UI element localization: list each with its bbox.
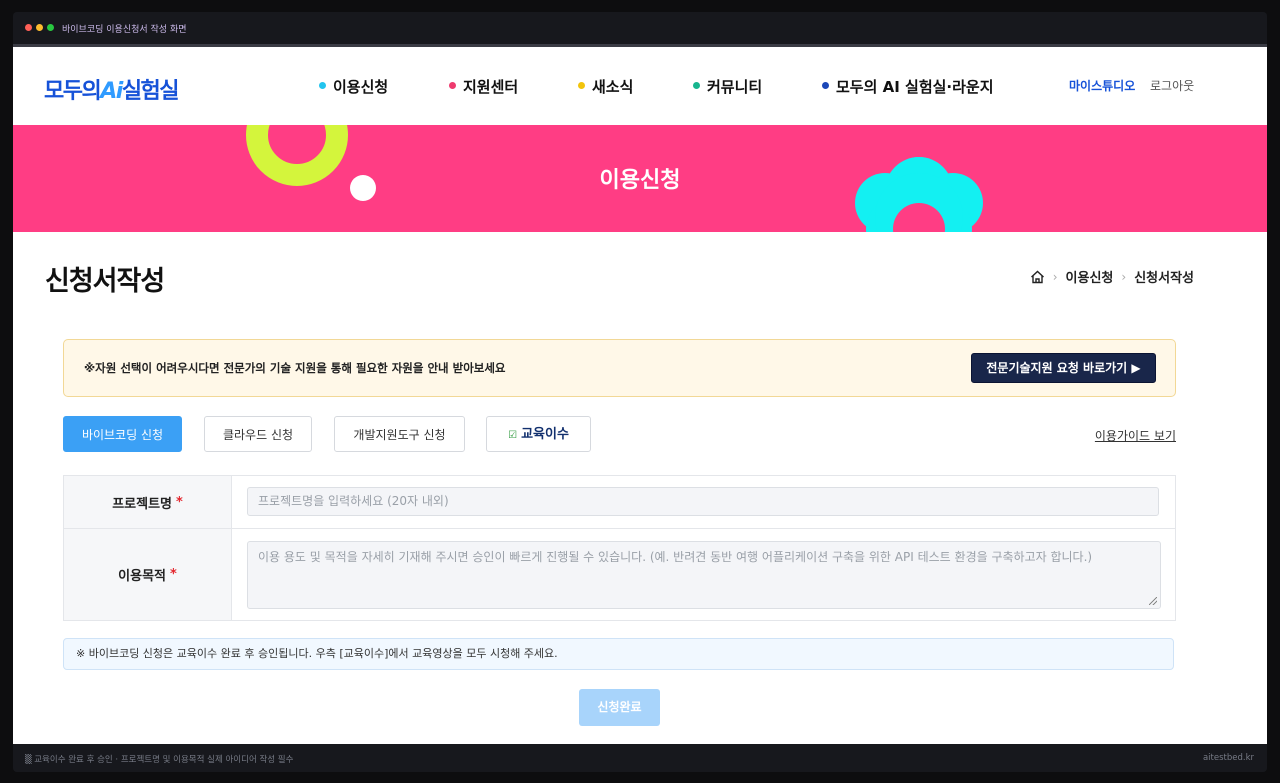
site-logo[interactable]: 모두의Ai실험실	[44, 73, 180, 105]
status-bar-domain: aitestbed.kr	[1202, 753, 1254, 763]
form-row-purpose: 이용목적 * 이용 용도 및 목적을 자세히 기재해 주시면 승인이 빠르게 진행…	[64, 529, 1175, 620]
purpose-label: 이용목적 *	[64, 529, 232, 620]
nav-bullet-icon	[578, 82, 585, 89]
minimize-window-button[interactable]	[36, 24, 43, 31]
tab-cloud[interactable]: 클라우드 신청	[204, 416, 312, 452]
app-window: 바이브코딩 이용신청서 작성 화면 모두의Ai실험실 이용신청 지원센터 새소식…	[13, 12, 1267, 772]
expert-support-notice: ※자원 선택이 어려우시다면 전문가의 기술 지원을 통해 필요한 자원을 안내…	[63, 339, 1176, 397]
maximize-window-button[interactable]	[47, 24, 54, 31]
checkbox-icon: ☑	[508, 430, 518, 441]
chevron-right-icon: ›	[1121, 269, 1127, 284]
window-title: 바이브코딩 이용신청서 작성 화면	[62, 25, 187, 35]
tab-education[interactable]: ☑ 교육이수	[486, 416, 591, 452]
nav-item-community[interactable]: 커뮤니티	[693, 76, 762, 97]
nav-item-support[interactable]: 지원센터	[449, 76, 518, 97]
breadcrumb: › 이용신청 › 신청서작성	[1030, 267, 1194, 286]
banner-title: 이용신청	[599, 168, 681, 193]
form-row-project-name: 프로젝트명 * 프로젝트명을 입력하세요 (20자 내외)	[64, 476, 1175, 529]
logout-link[interactable]: 로그아웃	[1150, 77, 1194, 94]
education-info-note: ※ 바이브코딩 신청은 교육이수 완료 후 승인됩니다. 우측 [교육이수]에서…	[63, 638, 1174, 670]
nav-bullet-icon	[693, 82, 700, 89]
status-bar: ▒ 교육이수 완료 후 승인 · 프로젝트명 및 이용목적 실제 아이디어 작성…	[13, 744, 1267, 772]
web-page: 모두의Ai실험실 이용신청 지원센터 새소식 커뮤니티 모두의 AI 실험실·라…	[13, 47, 1267, 744]
nav-bullet-icon	[449, 82, 456, 89]
breadcrumb-item-apply[interactable]: 이용신청	[1066, 267, 1114, 286]
title-bar: 바이브코딩 이용신청서 작성 화면	[13, 12, 1267, 47]
purpose-textarea[interactable]: 이용 용도 및 목적을 자세히 기재해 주시면 승인이 빠르게 진행될 수 있습…	[247, 541, 1161, 609]
home-icon[interactable]	[1030, 270, 1045, 284]
tab-dev-tools[interactable]: 개발지원도구 신청	[334, 416, 465, 452]
my-studio-link[interactable]: 마이스튜디오	[1069, 77, 1135, 94]
project-name-label: 프로젝트명 *	[64, 476, 232, 528]
notice-text: ※자원 선택이 어려우시다면 전문가의 기술 지원을 통해 필요한 자원을 안내…	[84, 361, 506, 375]
chevron-right-icon: ›	[1052, 269, 1058, 284]
expert-support-button[interactable]: 전문기술지원 요청 바로가기 ▶	[971, 353, 1156, 383]
nav-bullet-icon	[319, 82, 326, 89]
status-bar-note: ▒ 교육이수 완료 후 승인 · 프로젝트명 및 이용목적 실제 아이디어 작성…	[25, 755, 294, 765]
submit-button[interactable]: 신청완료	[579, 689, 660, 726]
nav-bullet-icon	[822, 82, 829, 89]
tab-vibe-coding[interactable]: 바이브코딩 신청	[63, 416, 182, 452]
nav-item-apply[interactable]: 이용신청	[319, 76, 388, 97]
nav-item-lounge[interactable]: 모두의 AI 실험실·라운지	[822, 76, 994, 97]
nav-item-news[interactable]: 새소식	[578, 76, 633, 97]
resize-handle-icon[interactable]	[1149, 597, 1157, 605]
breadcrumb-item-current: 신청서작성	[1134, 271, 1194, 286]
close-window-button[interactable]	[25, 24, 32, 31]
usage-guide-link[interactable]: 이용가이드 보기	[1095, 427, 1176, 444]
application-form: 프로젝트명 * 프로젝트명을 입력하세요 (20자 내외) 이용목적 * 이용 용도…	[63, 475, 1176, 621]
hero-banner: 이용신청	[13, 125, 1267, 232]
page-title: 신청서작성	[45, 266, 165, 297]
project-name-input[interactable]: 프로젝트명을 입력하세요 (20자 내외)	[247, 487, 1159, 516]
